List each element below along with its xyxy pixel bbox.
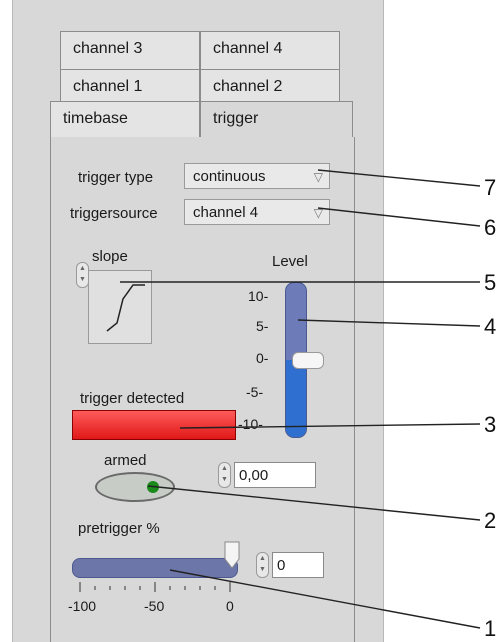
callout-4: 4 [484, 314, 497, 339]
callout-1: 1 [484, 616, 497, 641]
callout-6: 6 [484, 215, 497, 240]
callout-2: 2 [484, 508, 497, 533]
callout-lines [120, 169, 481, 629]
callout-7: 7 [484, 175, 497, 200]
callout-3: 3 [484, 412, 497, 437]
callout-5: 5 [484, 270, 497, 295]
